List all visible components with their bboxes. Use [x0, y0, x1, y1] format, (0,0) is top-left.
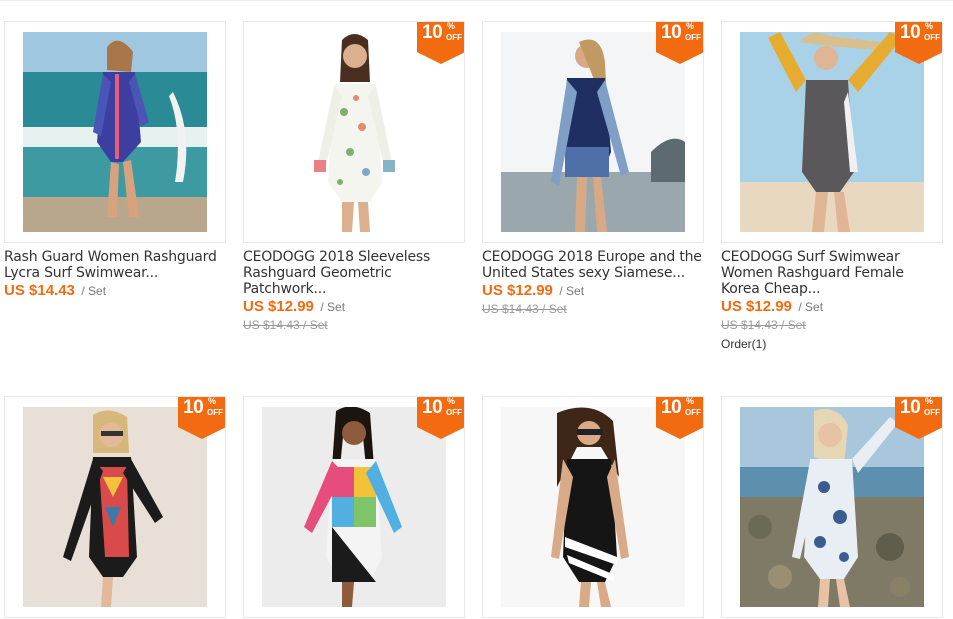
order-count[interactable]: Order(1): [721, 335, 943, 353]
product-card[interactable]: 10 % OFF: [482, 396, 704, 618]
product-card[interactable]: Rash Guard Women Rashguard Lycra Surf Sw…: [4, 21, 226, 300]
product-image[interactable]: 10 % OFF: [721, 21, 943, 243]
product-card[interactable]: 10 % OFF: [243, 396, 465, 618]
product-title-line: Rash Guard Women Rashguard: [4, 249, 217, 265]
product-photo: [23, 407, 207, 607]
original-price: US $14.43 / Set: [721, 318, 806, 332]
product-title[interactable]: CEODOGG Surf Swimwear Women Rashguard Fe…: [721, 249, 943, 297]
top-divider: [0, 0, 953, 1]
product-photo: [740, 407, 924, 607]
product-title[interactable]: Rash Guard Women Rashguard Lycra Surf Sw…: [4, 249, 226, 281]
product-title-line: CEODOGG 2018 Sleeveless: [243, 249, 431, 265]
product-card[interactable]: 10 % OFF CEODOGG 2018 Europe and the Uni…: [482, 21, 704, 318]
product-title-line: United States sexy Siamese...: [482, 265, 685, 281]
product-image[interactable]: 10 % OFF: [243, 21, 465, 243]
product-photo: [501, 32, 685, 232]
product-price: US $12.99: [482, 282, 553, 299]
product-image[interactable]: [4, 21, 226, 243]
product-title-line: Patchwork...: [243, 281, 327, 297]
price-unit: / Set: [81, 284, 107, 298]
product-card[interactable]: 10 % OFF: [721, 396, 943, 618]
product-photo: [740, 32, 924, 232]
original-price: US $14.43 / Set: [243, 318, 328, 332]
product-title-line: Korea Cheap...: [721, 281, 821, 297]
product-image[interactable]: 10 % OFF: [482, 396, 704, 618]
product-title-line: Lycra Surf Swimwear...: [4, 265, 159, 281]
product-card[interactable]: 10 % OFF: [4, 396, 226, 618]
product-price: US $12.99: [721, 298, 792, 315]
product-price: US $14.43: [4, 282, 75, 299]
product-image[interactable]: 10 % OFF: [721, 396, 943, 618]
product-title-line: Women Rashguard Female: [721, 265, 904, 281]
product-title[interactable]: CEODOGG 2018 Europe and the United State…: [482, 249, 704, 281]
product-price: US $12.99: [243, 298, 314, 315]
original-price: US $14.43 / Set: [482, 302, 567, 316]
product-title-line: CEODOGG 2018 Europe and the: [482, 249, 702, 265]
price-unit: / Set: [320, 300, 346, 314]
product-card[interactable]: 10 % OFF CEODOGG Surf Swimwear Women Ras…: [721, 21, 943, 353]
product-photo: [262, 32, 446, 232]
price-unit: / Set: [798, 300, 824, 314]
product-title-line: Rashguard Geometric: [243, 265, 392, 281]
price-unit: / Set: [559, 284, 585, 298]
product-image[interactable]: 10 % OFF: [243, 396, 465, 618]
product-card[interactable]: 10 % OFF CEODOGG 2018 Sleeveless Rashgua…: [243, 21, 465, 334]
product-photo: [262, 407, 446, 607]
product-image[interactable]: 10 % OFF: [482, 21, 704, 243]
product-title-line: CEODOGG Surf Swimwear: [721, 249, 900, 265]
product-photo: [23, 32, 207, 232]
product-image[interactable]: 10 % OFF: [4, 396, 226, 618]
product-photo: [501, 407, 685, 607]
product-title[interactable]: CEODOGG 2018 Sleeveless Rashguard Geomet…: [243, 249, 465, 297]
